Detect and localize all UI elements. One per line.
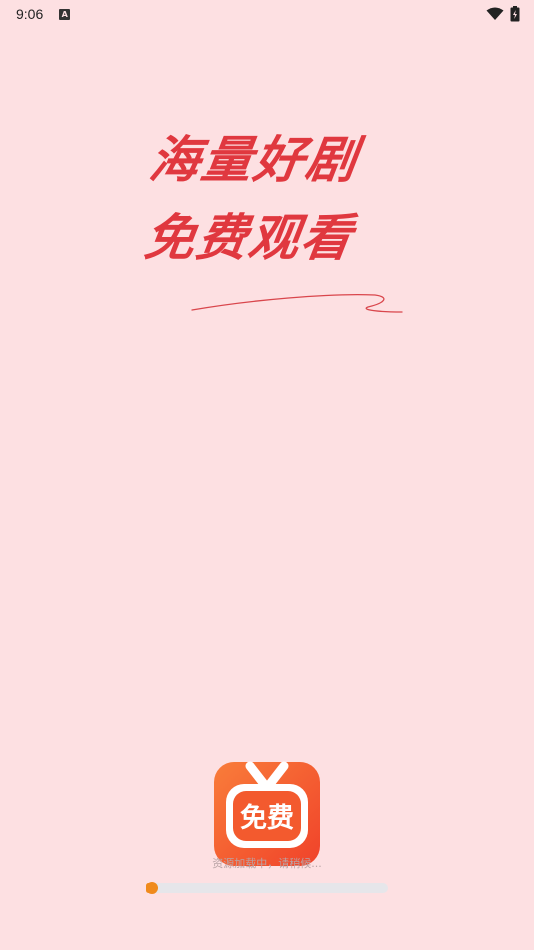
- app-logo-icon: 免费: [214, 761, 320, 866]
- brush-swash-decoration: [191, 294, 403, 313]
- loading-progress-bar: [146, 882, 388, 894]
- app-logo-text: 免费: [240, 803, 294, 834]
- slogan: 海量好剧 免费观看: [140, 125, 410, 330]
- progress-indicator-dot: [146, 882, 158, 894]
- loading-status-text: 资源加载中，请稍候...: [212, 857, 322, 870]
- a-icon: A: [59, 8, 71, 20]
- status-bar-left: 9:06 A: [16, 6, 71, 22]
- slogan-line-2: 免费观看: [140, 208, 358, 267]
- status-time: 9:06: [16, 6, 44, 22]
- wifi-icon: [486, 7, 504, 20]
- slogan-line-1: 海量好剧: [145, 130, 363, 189]
- status-bar: 9:06 A: [0, 0, 534, 28]
- battery-charging-icon: [510, 6, 520, 22]
- status-bar-right: [486, 6, 520, 22]
